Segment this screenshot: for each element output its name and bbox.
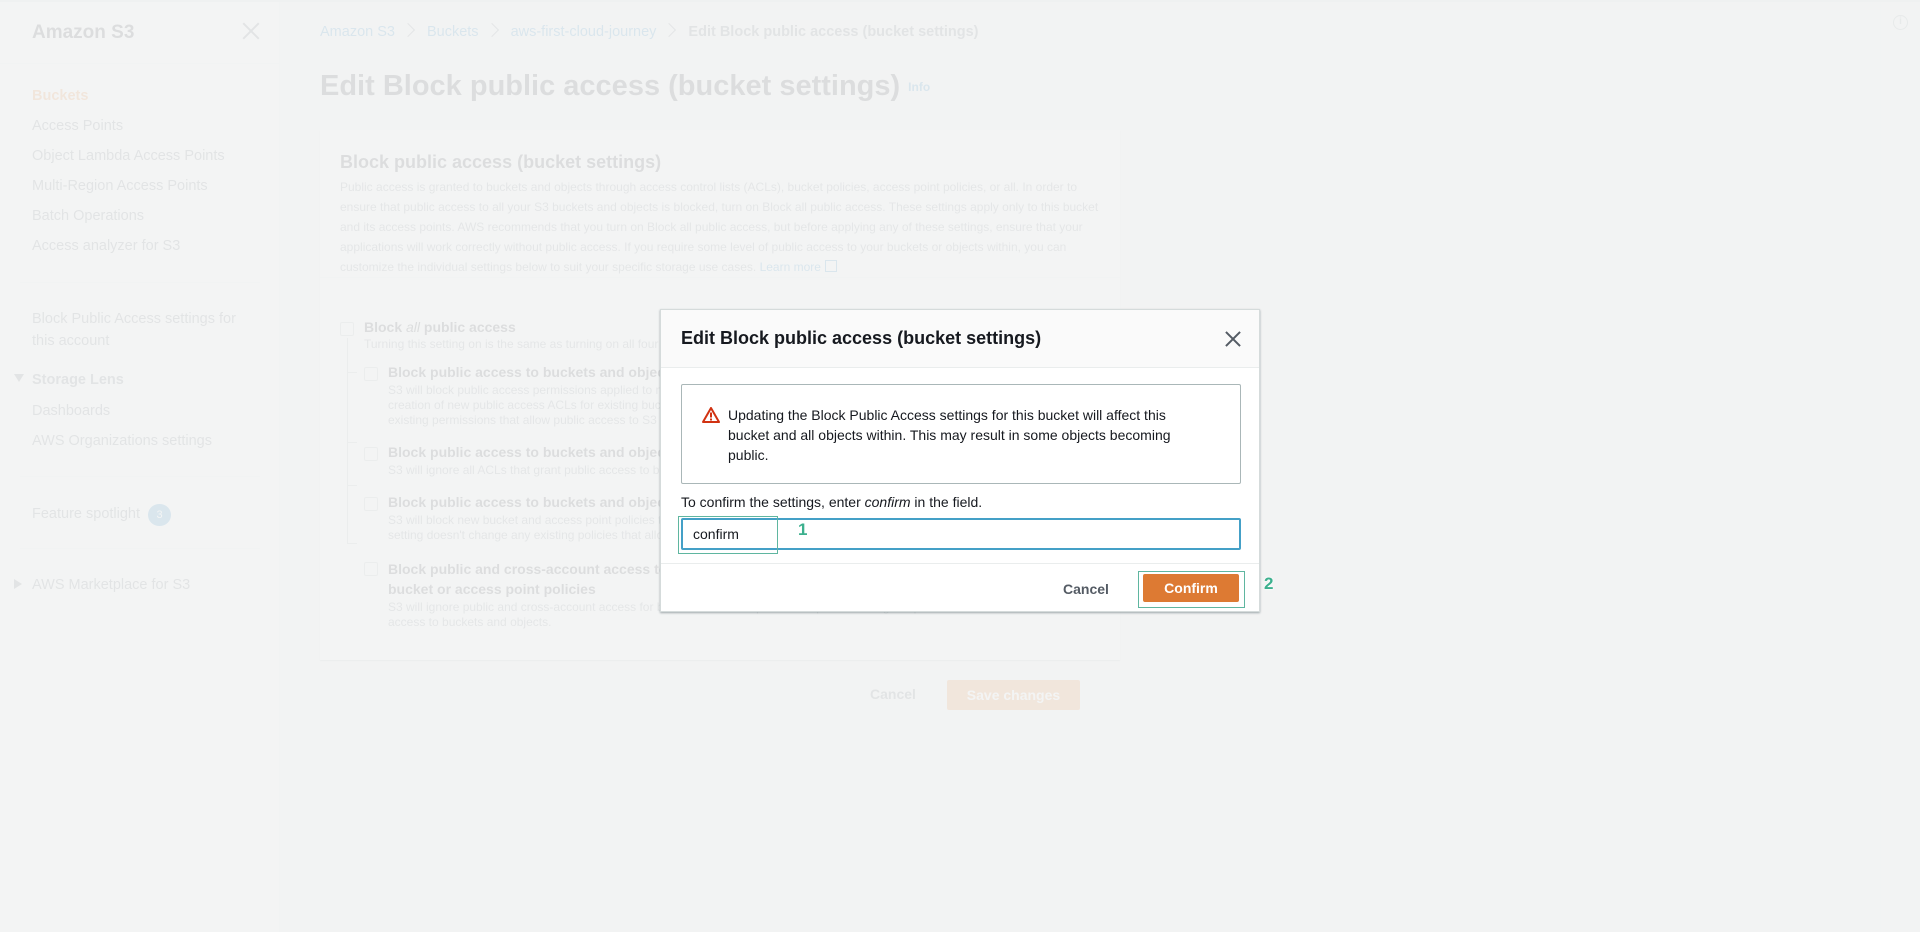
close-icon[interactable] — [1223, 329, 1243, 349]
annotation-box-1 — [678, 516, 778, 554]
modal-header: Edit Block public access (bucket setting… — [661, 310, 1259, 368]
annotation-number-1: 1 — [798, 520, 808, 539]
prompt-emphasis: confirm — [864, 494, 911, 510]
confirm-modal: Edit Block public access (bucket setting… — [660, 309, 1260, 612]
modal-cancel-button[interactable]: Cancel — [1063, 574, 1109, 604]
annotation-box-2 — [1138, 571, 1245, 608]
confirm-prompt: To confirm the settings, enter confirm i… — [681, 494, 982, 510]
annotation-number-2: 2 — [1264, 574, 1274, 593]
warning-alert: Updating the Block Public Access setting… — [681, 384, 1241, 484]
modal-title: Edit Block public access (bucket setting… — [681, 328, 1042, 348]
prompt-part: To confirm the settings, enter — [681, 494, 865, 510]
warning-icon — [702, 407, 720, 423]
prompt-part: in the field. — [910, 494, 983, 510]
warning-text: Updating the Block Public Access setting… — [728, 407, 1171, 463]
